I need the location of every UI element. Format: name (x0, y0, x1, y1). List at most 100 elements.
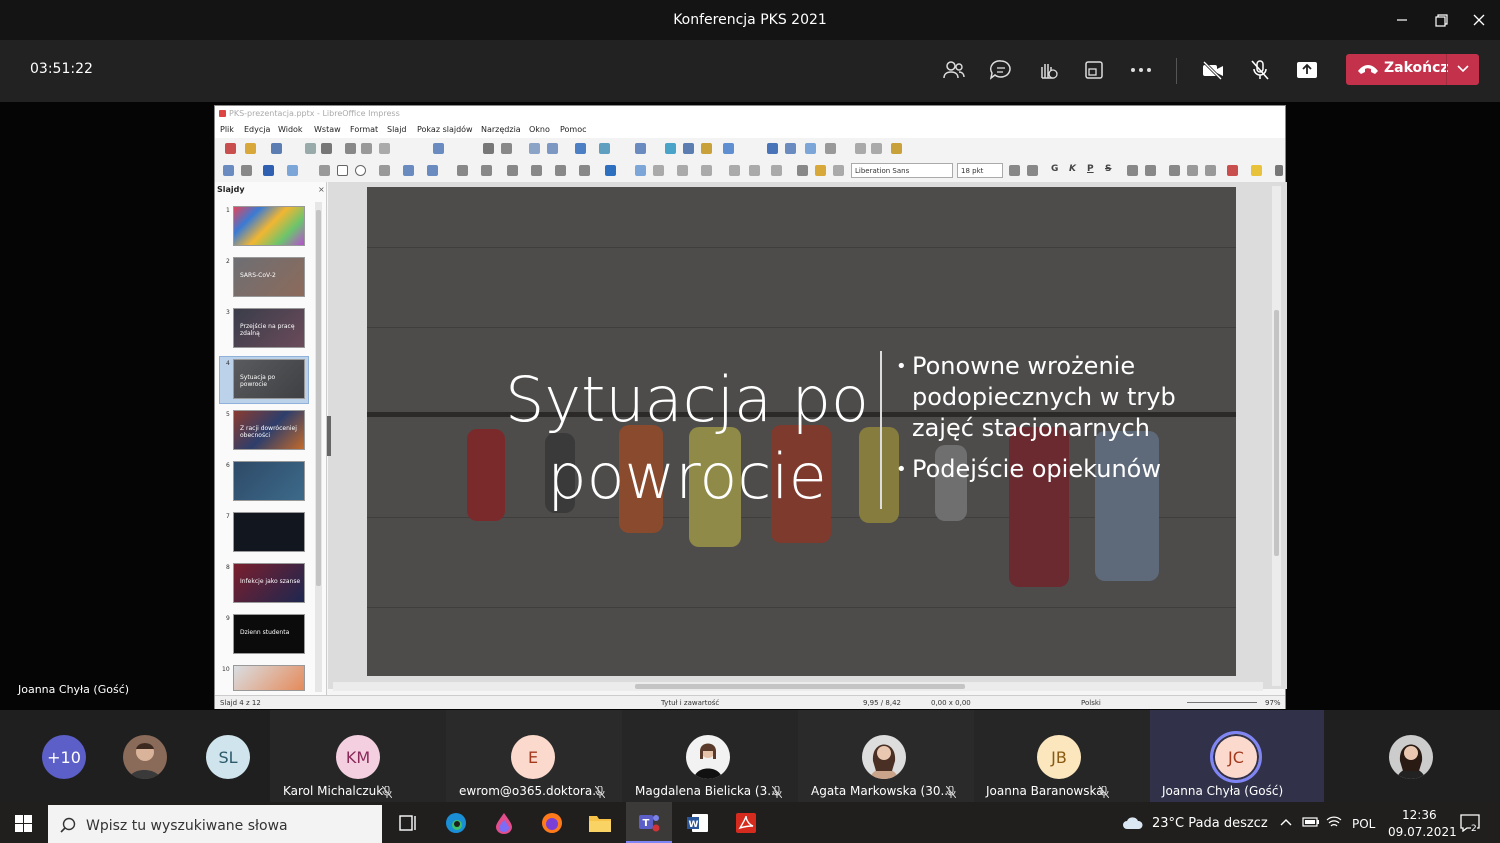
clock-date[interactable]: 09.07.2021 (1388, 825, 1457, 839)
toggle-extrusion-icon[interactable] (833, 165, 844, 176)
bold-button[interactable]: G (1051, 164, 1058, 174)
slide-thumbnail-5[interactable]: Z racji dowróceniej obecności (233, 410, 305, 450)
start-slideshow-icon[interactable] (599, 143, 610, 154)
menu-pokaz-slajdow[interactable]: Pokaz slajdów (417, 125, 473, 134)
arrow-line-icon[interactable] (379, 165, 390, 176)
3d-objects-icon[interactable] (605, 165, 616, 176)
participant-tile-agata[interactable]: Agata Markowska (30... (798, 710, 974, 802)
shadow-text-icon[interactable] (1169, 165, 1180, 176)
panel-scrollbar[interactable] (315, 202, 322, 692)
more-participants-badge[interactable]: +10 (42, 735, 86, 779)
arrange-icon[interactable] (677, 165, 688, 176)
mic-toggle-button[interactable] (1244, 55, 1276, 85)
participant-tile-karol[interactable]: KM Karol Michalczuk (270, 710, 446, 802)
flowchart-icon[interactable] (531, 165, 542, 176)
weather-text[interactable]: 23°C Pada deszcz (1152, 816, 1268, 831)
line-color-icon[interactable] (263, 165, 274, 176)
participant-tile-joanna-c-speaking[interactable]: JC Joanna Chyła (Gość) (1150, 710, 1324, 802)
notifications-icon[interactable] (1460, 814, 1480, 832)
shadow-icon[interactable] (729, 165, 740, 176)
restore-button[interactable] (1430, 10, 1452, 30)
task-view-icon[interactable] (396, 812, 420, 834)
font-name-box[interactable]: Liberation Sans (851, 163, 953, 178)
select-arrow-icon[interactable] (223, 165, 234, 176)
find-icon[interactable] (483, 143, 494, 154)
slide-thumbnail-8[interactable]: Infekcje jako szanse (233, 563, 305, 603)
minimize-button[interactable] (1391, 10, 1413, 30)
zoom-level[interactable]: 97% (1265, 699, 1281, 707)
zoom-slider[interactable] (1187, 702, 1257, 703)
bullet-continuation[interactable]: zajęć stacjonarnych (912, 413, 1150, 444)
distribute-icon[interactable] (701, 165, 712, 176)
connector-icon[interactable] (427, 165, 438, 176)
slide-thumbnail-9[interactable]: Dzienn studenta (233, 614, 305, 654)
block-arrows-icon[interactable] (507, 165, 518, 176)
camera-toggle-button[interactable] (1197, 55, 1229, 85)
bullet-item-2[interactable]: • Podejście opiekunów (896, 454, 1161, 485)
glue-points-icon[interactable] (815, 165, 826, 176)
fontwork-icon[interactable] (767, 143, 778, 154)
symbol-shapes-icon[interactable] (481, 165, 492, 176)
reactions-button[interactable] (1031, 55, 1063, 85)
firefox-icon[interactable] (540, 812, 564, 834)
slide-thumbnail-10[interactable] (233, 665, 305, 691)
participant-sl-avatar[interactable]: SL (206, 735, 250, 779)
menu-okno[interactable]: Okno (529, 125, 550, 134)
current-slide[interactable]: Sytuacja po powrocie • Ponowne wrożenie p… (367, 187, 1236, 676)
font-color-icon[interactable] (1227, 165, 1238, 176)
highlight-color-icon[interactable] (1251, 165, 1262, 176)
display-views-icon[interactable] (547, 143, 558, 154)
chevron-down-icon[interactable] (1457, 65, 1469, 73)
callouts-icon[interactable] (555, 165, 566, 176)
table-icon[interactable] (635, 143, 646, 154)
menu-wstaw[interactable]: Wstaw (314, 125, 341, 134)
hyperlink-icon[interactable] (785, 143, 796, 154)
print-icon[interactable] (321, 143, 332, 154)
stars-icon[interactable] (579, 165, 590, 176)
decrease-font-icon[interactable] (1027, 165, 1038, 176)
line-icon[interactable] (319, 165, 330, 176)
participant-tile-joanna-b[interactable]: JB Joanna Baranowska (974, 710, 1150, 802)
participants-button[interactable] (938, 55, 970, 85)
save-icon[interactable] (271, 143, 282, 154)
new-icon[interactable] (225, 143, 236, 154)
chart-icon[interactable] (701, 143, 712, 154)
language-indicator[interactable]: Polski (1081, 699, 1101, 707)
rectangle-icon[interactable] (337, 165, 348, 176)
wifi-icon[interactable] (1326, 815, 1342, 829)
participant-photo-avatar[interactable] (123, 735, 167, 779)
weather-cloud-icon[interactable] (1122, 815, 1144, 831)
menu-pomoc[interactable]: Pomoc (560, 125, 587, 134)
master-slide-icon[interactable] (575, 143, 586, 154)
slide-thumbnail-1[interactable] (233, 206, 305, 246)
file-explorer-icon[interactable] (588, 812, 612, 834)
increase-font-icon[interactable] (1009, 165, 1020, 176)
menu-format[interactable]: Format (350, 125, 378, 134)
copy-icon[interactable] (361, 143, 372, 154)
close-window-button[interactable] (1468, 10, 1490, 30)
toolbar-overflow-icon[interactable] (1275, 165, 1283, 176)
end-call-button[interactable]: Zakończ (1346, 54, 1479, 85)
underline-button[interactable]: P (1087, 164, 1094, 174)
outline-font-icon[interactable] (1187, 165, 1198, 176)
bullet-continuation[interactable]: podopiecznych w tryb (912, 382, 1176, 413)
windows-start-icon[interactable] (15, 815, 32, 832)
delete-slide-icon[interactable] (871, 143, 882, 154)
slide-thumbnail-6[interactable] (233, 461, 305, 501)
horizontal-scrollbar[interactable] (333, 682, 1263, 691)
battery-icon[interactable] (1302, 816, 1320, 828)
basic-shapes-icon[interactable] (457, 165, 468, 176)
chevron-up-icon[interactable] (1280, 818, 1292, 826)
participant-tile-magdalena[interactable]: Magdalena Bielicka (3... (622, 710, 798, 802)
undo-icon[interactable] (433, 143, 444, 154)
strikethrough-button[interactable]: S (1105, 164, 1111, 174)
participant-tile-ewrom[interactable]: E ewrom@o365.doktora... (446, 710, 622, 802)
menu-plik[interactable]: Plik (220, 125, 234, 134)
open-icon[interactable] (245, 143, 256, 154)
edge-browser-icon[interactable] (444, 812, 468, 834)
vertical-scrollbar[interactable] (1272, 186, 1281, 686)
fields-icon[interactable] (825, 143, 836, 154)
crop-icon[interactable] (749, 165, 760, 176)
zoom-icon[interactable] (241, 165, 252, 176)
points-icon[interactable] (797, 165, 808, 176)
